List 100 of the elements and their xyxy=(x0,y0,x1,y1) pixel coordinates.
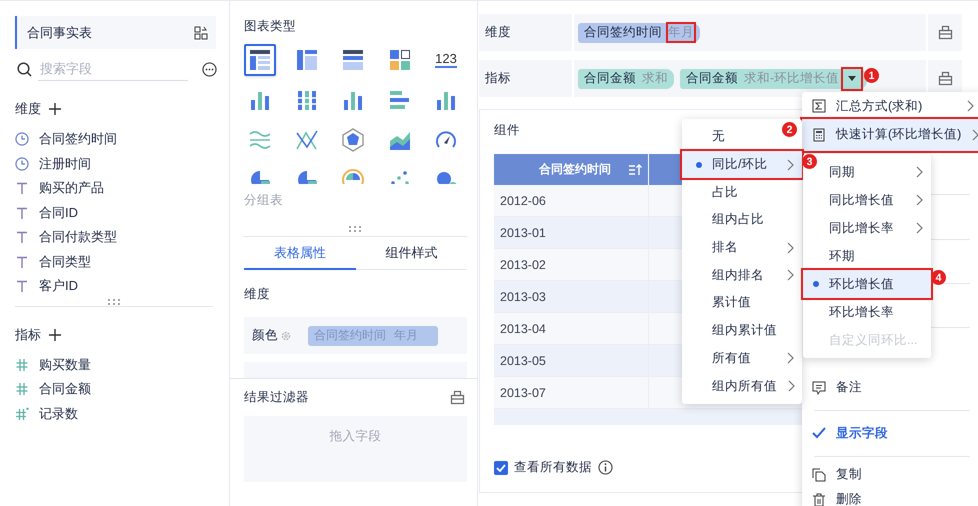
menu-item[interactable]: 环期 xyxy=(803,242,931,270)
chevron-right-icon xyxy=(786,242,794,254)
section-title: 维度 xyxy=(15,100,41,118)
drag-handle-icon[interactable] xyxy=(348,225,362,233)
chevron-right-icon xyxy=(915,166,923,178)
field-item[interactable]: 注册时间 xyxy=(15,152,217,176)
checkbox-label: 查看所有数据 xyxy=(514,459,592,476)
field-item[interactable]: 合同付款类型 xyxy=(15,225,217,250)
menu-item[interactable]: 删除 xyxy=(802,487,978,506)
field-name: 购买数量 xyxy=(39,356,91,374)
text-type-icon xyxy=(15,230,29,244)
text-type-icon xyxy=(15,279,29,294)
field-name: 购买的产品 xyxy=(39,179,104,198)
chevron-right-icon xyxy=(966,100,974,112)
field-name: 合同ID xyxy=(39,204,78,222)
chevron-right-icon xyxy=(786,352,794,364)
field-item[interactable]: 合同ID xyxy=(15,200,217,225)
chevron-right-icon xyxy=(786,158,794,171)
text-type-icon xyxy=(15,206,29,220)
tab[interactable]: 表格属性 xyxy=(244,237,356,270)
field-item[interactable]: 客户ID xyxy=(15,274,217,298)
field-item[interactable]: 合同签约时间 xyxy=(15,127,217,152)
copy-icon xyxy=(812,468,826,482)
field-pill[interactable]: 合同金额 求和 xyxy=(578,68,674,88)
menu-item[interactable]: 环比增长值 xyxy=(803,270,931,298)
dropdown-button[interactable] xyxy=(843,68,862,88)
field-pill[interactable]: 合同金额 求和-环比增长值 xyxy=(680,68,868,88)
table-cell: 2013-07 xyxy=(494,377,649,409)
section-title: 维度 xyxy=(244,286,271,303)
add-icon[interactable] xyxy=(49,328,61,340)
section-title: 结果过滤器 xyxy=(244,389,309,406)
switch-table-icon[interactable] xyxy=(194,26,208,40)
check-icon xyxy=(496,464,506,472)
field-item[interactable]: 合同类型 xyxy=(15,250,217,274)
add-icon[interactable] xyxy=(49,103,61,115)
field-name: 合同签约时间 xyxy=(39,130,117,148)
menu-item[interactable]: 备注 xyxy=(802,372,978,404)
table-cell: 2013-03 xyxy=(494,281,649,313)
field-item[interactable]: 记录数 xyxy=(15,402,217,426)
search-field[interactable]: 搜索字段 xyxy=(38,57,188,81)
row-label: 维度 xyxy=(479,14,574,51)
more-icon[interactable] xyxy=(202,62,217,76)
drag-handle-icon[interactable] xyxy=(107,298,121,306)
search-icon xyxy=(17,62,32,76)
note-icon xyxy=(812,380,826,395)
attribute-label: 颜色 xyxy=(252,327,278,344)
menu-item[interactable]: 快速计算(环比增长值) xyxy=(802,118,978,152)
chart-type-label: 分组表 xyxy=(244,192,284,209)
menu-item[interactable]: 所有值 xyxy=(682,344,802,372)
lock-icon[interactable] xyxy=(450,390,465,405)
trash-icon xyxy=(812,492,826,506)
menu-item[interactable]: 同比增长率 xyxy=(803,214,931,242)
calculator-icon xyxy=(812,128,826,142)
table-name: 合同事实表 xyxy=(27,24,92,42)
menu-item[interactable]: 显示字段 xyxy=(802,417,978,450)
caret-icon xyxy=(848,76,856,81)
menu-item[interactable]: 同比/环比 xyxy=(682,150,802,178)
field-name: 注册时间 xyxy=(39,154,91,173)
menu-item[interactable]: 组内累计值 xyxy=(682,316,802,344)
field-name: 客户ID xyxy=(39,277,78,296)
menu-item[interactable]: 占比 xyxy=(682,178,802,206)
field-name: 合同付款类型 xyxy=(39,228,117,246)
selected-dot-icon xyxy=(696,162,702,168)
chevron-right-icon xyxy=(971,128,978,141)
section-title: 指标 xyxy=(15,326,41,344)
selected-dot-icon xyxy=(813,281,819,287)
section-title: 图表类型 xyxy=(244,18,297,35)
menu-item[interactable]: 汇总方式(求和) xyxy=(802,94,978,119)
table-icon xyxy=(340,47,366,73)
field-pill[interactable]: 合同签约时间 年月 xyxy=(578,22,700,42)
info-icon[interactable] xyxy=(598,460,613,475)
menu-item[interactable]: 组内排名 xyxy=(682,261,802,290)
lock-icon[interactable] xyxy=(938,25,952,40)
table-name-bar[interactable]: 合同事实表 xyxy=(15,16,216,49)
field-item[interactable]: 购买的产品 xyxy=(15,176,217,200)
component-title: 组件 xyxy=(494,122,520,139)
menu-item[interactable]: 累计值 xyxy=(682,289,802,317)
chart-type-option[interactable]: 123 xyxy=(430,44,462,76)
table-cell: 2012-06 xyxy=(494,185,649,217)
menu-item[interactable]: 环比增长率 xyxy=(803,298,931,326)
table-cell: 2013-01 xyxy=(494,217,649,249)
hash-icon xyxy=(15,382,29,396)
lock-icon[interactable] xyxy=(938,71,952,86)
checkbox[interactable] xyxy=(494,460,508,474)
field-item[interactable]: 购买数量 xyxy=(15,352,217,377)
chevron-right-icon xyxy=(915,194,923,206)
chart-type-option[interactable] xyxy=(244,44,276,76)
menu-item[interactable]: 排名 xyxy=(682,234,802,262)
field-item[interactable]: 合同金额 xyxy=(15,377,217,402)
chevron-right-icon xyxy=(915,222,923,234)
table-cell: 2013-04 xyxy=(494,313,649,345)
row-label: 指标 xyxy=(479,60,574,97)
menu-item[interactable]: 组内占比 xyxy=(682,206,802,234)
menu-item[interactable]: 同比增长值 xyxy=(803,186,931,214)
tab[interactable]: 组件样式 xyxy=(356,237,467,270)
menu-item[interactable]: 组内所有值 xyxy=(682,372,802,400)
menu-item[interactable]: 复制 xyxy=(802,462,978,488)
table-cell: 2013-05 xyxy=(494,345,649,377)
field-name: 记录数 xyxy=(39,404,78,423)
sort-icon[interactable] xyxy=(629,164,642,176)
